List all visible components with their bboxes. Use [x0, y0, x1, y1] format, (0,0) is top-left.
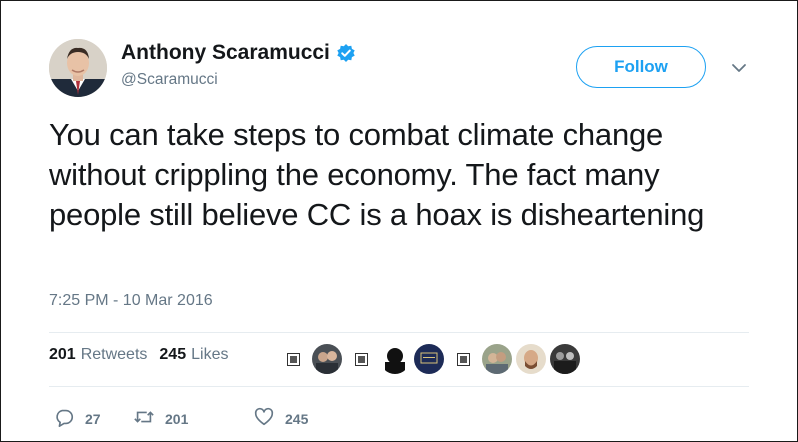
likes-label: Likes	[191, 346, 229, 363]
divider-bottom	[49, 386, 749, 387]
reply-action[interactable]: 27	[53, 406, 133, 431]
tweet-text: You can take steps to combat climate cha…	[49, 117, 705, 232]
tweet-timestamp[interactable]: 7:25 PM - 10 Mar 2016	[49, 292, 213, 310]
likes-count: 245	[159, 346, 187, 363]
tweet-card: Anthony Scaramucci @Scaramucci Follow Yo…	[0, 0, 798, 442]
retweets-stat[interactable]: 201 Retweets	[49, 346, 147, 364]
verified-badge-icon	[336, 43, 356, 63]
broken-image-icon[interactable]	[448, 344, 478, 374]
liker-avatar[interactable]	[414, 344, 444, 374]
engagement-stats: 201 Retweets 245 Likes	[49, 346, 228, 364]
like-action[interactable]: 245	[253, 406, 308, 431]
likes-stat[interactable]: 245 Likes	[159, 346, 228, 364]
heart-icon	[253, 406, 275, 431]
broken-image-icon[interactable]	[278, 344, 308, 374]
divider-top	[49, 332, 749, 333]
author-name-row[interactable]: Anthony Scaramucci	[121, 41, 356, 65]
liker-avatars	[278, 344, 580, 374]
follow-button[interactable]: Follow	[576, 46, 706, 88]
retweet-icon	[133, 406, 155, 431]
reply-count: 27	[85, 410, 101, 427]
liker-avatar[interactable]	[482, 344, 512, 374]
liker-avatar[interactable]	[380, 344, 410, 374]
broken-image-icon[interactable]	[346, 344, 376, 374]
tweet-actions: 27 201 245	[53, 406, 308, 431]
chevron-down-icon[interactable]	[729, 59, 749, 77]
author-avatar[interactable]	[49, 39, 107, 97]
author-handle[interactable]: @Scaramucci	[121, 71, 218, 89]
liker-avatar[interactable]	[312, 344, 342, 374]
retweet-action[interactable]: 201	[133, 406, 253, 431]
like-count: 245	[285, 410, 309, 427]
retweets-label: Retweets	[80, 346, 148, 363]
author-name[interactable]: Anthony Scaramucci	[121, 41, 330, 65]
reply-icon	[53, 406, 75, 431]
retweets-count: 201	[49, 346, 76, 363]
retweet-count: 201	[165, 410, 189, 427]
liker-avatar[interactable]	[550, 344, 580, 374]
liker-avatar[interactable]	[516, 344, 546, 374]
